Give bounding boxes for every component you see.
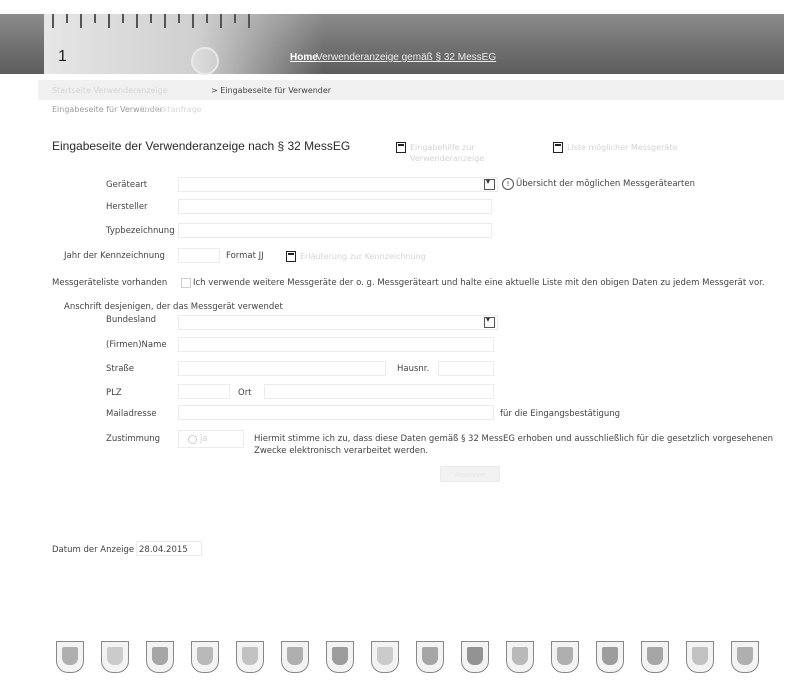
kennzeichnung-help-link[interactable]: Erläuterung zur Kennzeichnung	[300, 251, 426, 262]
geraeteart-select[interactable]	[178, 177, 498, 192]
hersteller-input[interactable]	[178, 199, 492, 214]
breadcrumb-prev-link[interactable]: Startseite Verwenderanzeige	[52, 86, 168, 95]
typ-input[interactable]	[178, 223, 492, 238]
typ-label: Typbezeichnung	[106, 226, 175, 236]
zustimmung-text-line1: Hiermit stimme ich zu, dass diese Daten …	[254, 434, 773, 444]
zustimmung-label: Zustimmung	[106, 434, 161, 444]
datum-value: 28.04.2015	[139, 545, 188, 555]
liste-text: Ich verwende weitere Messgeräte der o. g…	[193, 278, 765, 288]
liste-checkbox[interactable]	[181, 278, 191, 288]
coat-of-arms-icon	[506, 641, 534, 673]
coat-of-arms-icon	[731, 641, 759, 673]
mail-hint: für die Eingangsbestätigung	[500, 409, 621, 419]
info-icon[interactable]: !	[502, 178, 514, 190]
jahr-label: Jahr der Kennzeichnung	[64, 251, 165, 261]
coat-of-arms-icon	[281, 641, 309, 673]
breadcrumb-current: > Eingabeseite für Verwender	[211, 86, 332, 95]
zustimmung-text-line2: Zwecke elektronisch verarbeitet werden.	[254, 446, 429, 456]
hersteller-label: Hersteller	[106, 202, 148, 212]
zustimmung-option-label: ja	[200, 434, 208, 444]
datum-label: Datum der Anzeige	[52, 545, 135, 555]
zustimmung-radio-ja[interactable]	[188, 435, 197, 444]
messgeraete-liste-link[interactable]: Liste möglicher Messgeräte	[567, 142, 757, 153]
header-title-link[interactable]: Verwenderanzeige gemäß § 32 MessEG	[316, 52, 496, 63]
geraeteart-label: Geräteart	[106, 180, 148, 190]
coat-of-arms-icon	[461, 641, 489, 673]
coat-of-arms-icon	[551, 641, 579, 673]
coat-of-arms-icon	[686, 641, 714, 673]
coat-of-arms-icon	[146, 641, 174, 673]
plz-input[interactable]	[178, 384, 230, 399]
coat-of-arms-icon	[371, 641, 399, 673]
coat-of-arms-icon	[56, 641, 84, 673]
bundesland-label: Bundesland	[106, 315, 157, 325]
ruler-number: 1	[58, 48, 67, 65]
mail-input[interactable]	[178, 405, 494, 420]
jahr-input[interactable]	[178, 248, 220, 263]
firma-input[interactable]	[178, 337, 494, 352]
subnav-item-kontakt[interactable]: Kontaktanfrage	[140, 105, 202, 114]
strasse-input[interactable]	[178, 361, 386, 376]
coat-of-arms-icon	[191, 641, 219, 673]
document-icon	[286, 251, 296, 262]
dial-icon	[191, 47, 219, 75]
firma-label: (Firmen)Name	[106, 340, 167, 350]
document-icon	[553, 142, 563, 153]
hausnr-label: Hausnr.	[397, 364, 430, 374]
page-title: Eingabeseite der Verwenderanzeige nach §…	[52, 139, 351, 153]
bundesland-select[interactable]	[178, 315, 498, 330]
anschrift-heading: Anschrift desjenigen, der das Messgerät …	[64, 302, 283, 312]
home-link[interactable]: Home	[290, 52, 318, 63]
eingabehilfe-link[interactable]: Eingabehilfe zur Verwenderanzeige	[410, 142, 530, 164]
coat-of-arms-icon	[101, 641, 129, 673]
geraeteart-overview-link[interactable]: Übersicht der möglichen Messgerätearten	[516, 179, 695, 189]
ruler-graphic: 1	[44, 14, 324, 75]
plz-label: PLZ	[106, 388, 122, 398]
strasse-label: Straße	[106, 364, 135, 374]
coat-of-arms-icon	[596, 641, 624, 673]
chevron-down-icon[interactable]	[484, 177, 495, 190]
coat-of-arms-icon	[236, 641, 264, 673]
coat-of-arms-icon	[641, 641, 669, 673]
liste-label: Messgeräteliste vorhanden	[52, 278, 168, 288]
mail-label: Mailadresse	[106, 409, 157, 419]
document-icon	[396, 142, 406, 153]
ort-input[interactable]	[264, 384, 494, 399]
coat-of-arms-icon	[416, 641, 444, 673]
jahr-format-hint: Format JJ	[226, 251, 264, 261]
ort-label: Ort	[238, 388, 252, 398]
hausnr-input[interactable]	[438, 361, 494, 376]
coat-of-arms-icon	[326, 641, 354, 673]
chevron-down-icon[interactable]	[484, 315, 495, 328]
submit-button[interactable]: Absenden	[440, 466, 500, 482]
